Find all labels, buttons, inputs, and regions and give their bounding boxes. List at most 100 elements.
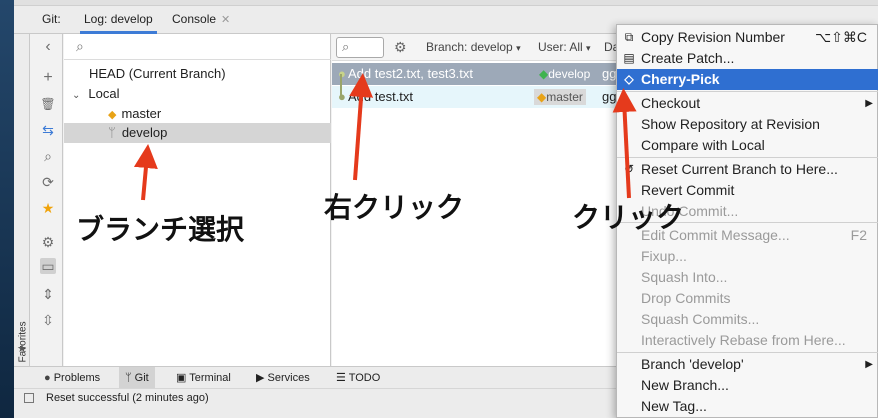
- menu-fixup: Fixup...: [617, 246, 878, 267]
- settings-icon[interactable]: ⚙: [394, 39, 407, 56]
- close-icon[interactable]: ✕: [221, 14, 230, 26]
- cherry-pick-icon: ◇: [624, 72, 634, 86]
- add-icon[interactable]: +: [40, 70, 56, 86]
- copy-icon: ⧉: [624, 30, 634, 44]
- tab-console[interactable]: Console ✕: [172, 6, 230, 34]
- git-toolbar: ‹ + 🗑 ⇆ ⌕ ⟳ ★ ⚙ ▭ ⇕ ⇳: [30, 34, 63, 366]
- menu-copy-revision-number[interactable]: ⧉ Copy Revision Number ⌥⇧⌘C: [617, 27, 878, 48]
- menu-label: Branch 'develop': [641, 356, 744, 372]
- menu-drop-commits: Drop Commits: [617, 288, 878, 309]
- menu-squash-commits: Squash Commits...: [617, 309, 878, 330]
- local-label: Local: [88, 86, 120, 101]
- patch-icon: ▤: [623, 51, 635, 65]
- branch-filter-label: Branch: develop: [426, 40, 513, 54]
- todo-icon: ☰: [336, 372, 349, 384]
- menu-show-repository[interactable]: Show Repository at Revision: [617, 114, 878, 135]
- favorite-star-icon[interactable]: ★: [40, 200, 56, 216]
- delete-icon[interactable]: 🗑: [40, 96, 56, 112]
- tool-todo[interactable]: ☰ TODO: [336, 367, 380, 389]
- menu-label: Drop Commits: [641, 290, 731, 306]
- menu-create-patch[interactable]: ▤ Create Patch...: [617, 48, 878, 69]
- branch-search-field[interactable]: ⌕: [64, 34, 331, 60]
- menu-label: New Tag...: [641, 398, 707, 414]
- tag-icon: ◆: [539, 67, 549, 81]
- menu-compare-with-local[interactable]: Compare with Local: [617, 135, 878, 156]
- tag-icon: ◆: [108, 109, 117, 121]
- desktop-background: [0, 0, 14, 418]
- annotation-branch-select: ブランチ選択: [76, 213, 245, 246]
- settings-icon[interactable]: ⚙: [40, 234, 56, 250]
- menu-label: Checkout: [641, 95, 701, 111]
- reset-icon: ↺: [623, 162, 635, 176]
- status-message: Reset successful (2 minutes ago): [46, 392, 209, 404]
- tab-console-label: Console: [172, 12, 217, 26]
- favorites-strip: Favorites ★: [14, 34, 30, 366]
- services-icon: ▶: [256, 372, 268, 384]
- git-label: Git:: [42, 12, 61, 26]
- search-icon: ⌕: [76, 38, 84, 54]
- tool-terminal-label: Terminal: [189, 372, 231, 384]
- menu-separator: [617, 91, 878, 92]
- head-current-branch[interactable]: HEAD (Current Branch): [89, 64, 226, 84]
- tool-services-label: Services: [267, 372, 310, 384]
- commit-message: Add test2.txt, test3.txt: [348, 66, 474, 81]
- branch-master[interactable]: ◆ master: [108, 104, 161, 124]
- commit-tag-label: develop: [548, 67, 591, 81]
- menu-label: Create Patch...: [641, 50, 735, 66]
- log-search-input[interactable]: ⌕: [336, 37, 384, 58]
- commit-graph-line: [340, 74, 342, 98]
- menu-reset-branch[interactable]: ↺ Reset Current Branch to Here...: [617, 159, 878, 180]
- menu-label: Fixup...: [641, 248, 687, 264]
- menu-separator: [617, 352, 878, 353]
- collapse-left-icon[interactable]: ‹: [40, 39, 56, 55]
- tool-terminal[interactable]: ▣ Terminal: [176, 367, 231, 389]
- folder-icon[interactable]: ▭: [40, 258, 56, 274]
- commit-message: Add test.txt: [348, 89, 414, 104]
- branches-panel: ⌕ HEAD (Current Branch) ⌄ Local ◆ master ᛘ…: [64, 34, 331, 366]
- annotation-click: クリック: [572, 201, 685, 234]
- menu-label: Interactively Rebase from Here...: [641, 332, 846, 348]
- tool-services[interactable]: ▶ Services: [256, 367, 310, 389]
- tool-git[interactable]: ᛘ Git: [119, 367, 155, 389]
- branch-icon: ᛘ: [108, 125, 116, 140]
- menu-checkout[interactable]: Checkout ▶: [617, 93, 878, 114]
- menu-interactive-rebase: Interactively Rebase from Here...: [617, 330, 878, 351]
- favorites-label[interactable]: Favorites: [18, 317, 29, 362]
- branch-develop[interactable]: ᛘ develop: [64, 123, 331, 143]
- tool-problems[interactable]: ● Problems: [44, 367, 100, 389]
- search-icon: ⌕: [342, 39, 350, 54]
- menu-new-branch[interactable]: New Branch...: [617, 375, 878, 396]
- menu-label: Show Repository at Revision: [641, 116, 820, 132]
- collapse-all-icon[interactable]: ⇳: [40, 312, 56, 328]
- commit-author: gg: [602, 66, 617, 81]
- menu-branch-develop[interactable]: Branch 'develop' ▶: [617, 354, 878, 375]
- commit-tag: ◆master: [534, 89, 586, 105]
- refresh-icon[interactable]: ⟳: [40, 174, 56, 190]
- commit-tag-label: master: [546, 90, 583, 104]
- search-icon[interactable]: ⌕: [40, 148, 56, 164]
- menu-label: Cherry-Pick: [641, 71, 720, 87]
- tab-log-develop[interactable]: Log: develop: [80, 6, 157, 34]
- branch-filter[interactable]: Branch: develop ▾: [426, 40, 521, 54]
- status-toggle-icon[interactable]: [24, 393, 34, 403]
- local-node[interactable]: ⌄ Local: [72, 84, 192, 104]
- problems-icon: ●: [44, 372, 54, 384]
- branch-master-label: master: [121, 106, 162, 121]
- tool-git-label: Git: [134, 372, 149, 384]
- annotation-right-click: 右クリック: [324, 191, 465, 224]
- user-filter[interactable]: User: All ▾: [538, 40, 591, 54]
- submenu-arrow-icon: ▶: [865, 359, 873, 370]
- menu-cherry-pick[interactable]: ◇ Cherry-Pick: [617, 69, 878, 90]
- menu-label: New Branch...: [641, 377, 729, 393]
- menu-label: Copy Revision Number: [641, 29, 785, 45]
- commit-tag: ◆develop: [536, 66, 593, 82]
- chevron-down-icon[interactable]: ⌄: [72, 90, 80, 101]
- merge-icon[interactable]: ⇆: [40, 122, 56, 138]
- menu-new-tag[interactable]: New Tag...: [617, 396, 878, 417]
- submenu-arrow-icon: ▶: [865, 98, 873, 109]
- menu-label: Reset Current Branch to Here...: [641, 161, 838, 177]
- tool-todo-label: TODO: [348, 372, 381, 384]
- menu-label: Squash Into...: [641, 269, 728, 285]
- git-icon: ᛘ: [125, 372, 135, 384]
- expand-all-icon[interactable]: ⇕: [40, 286, 56, 302]
